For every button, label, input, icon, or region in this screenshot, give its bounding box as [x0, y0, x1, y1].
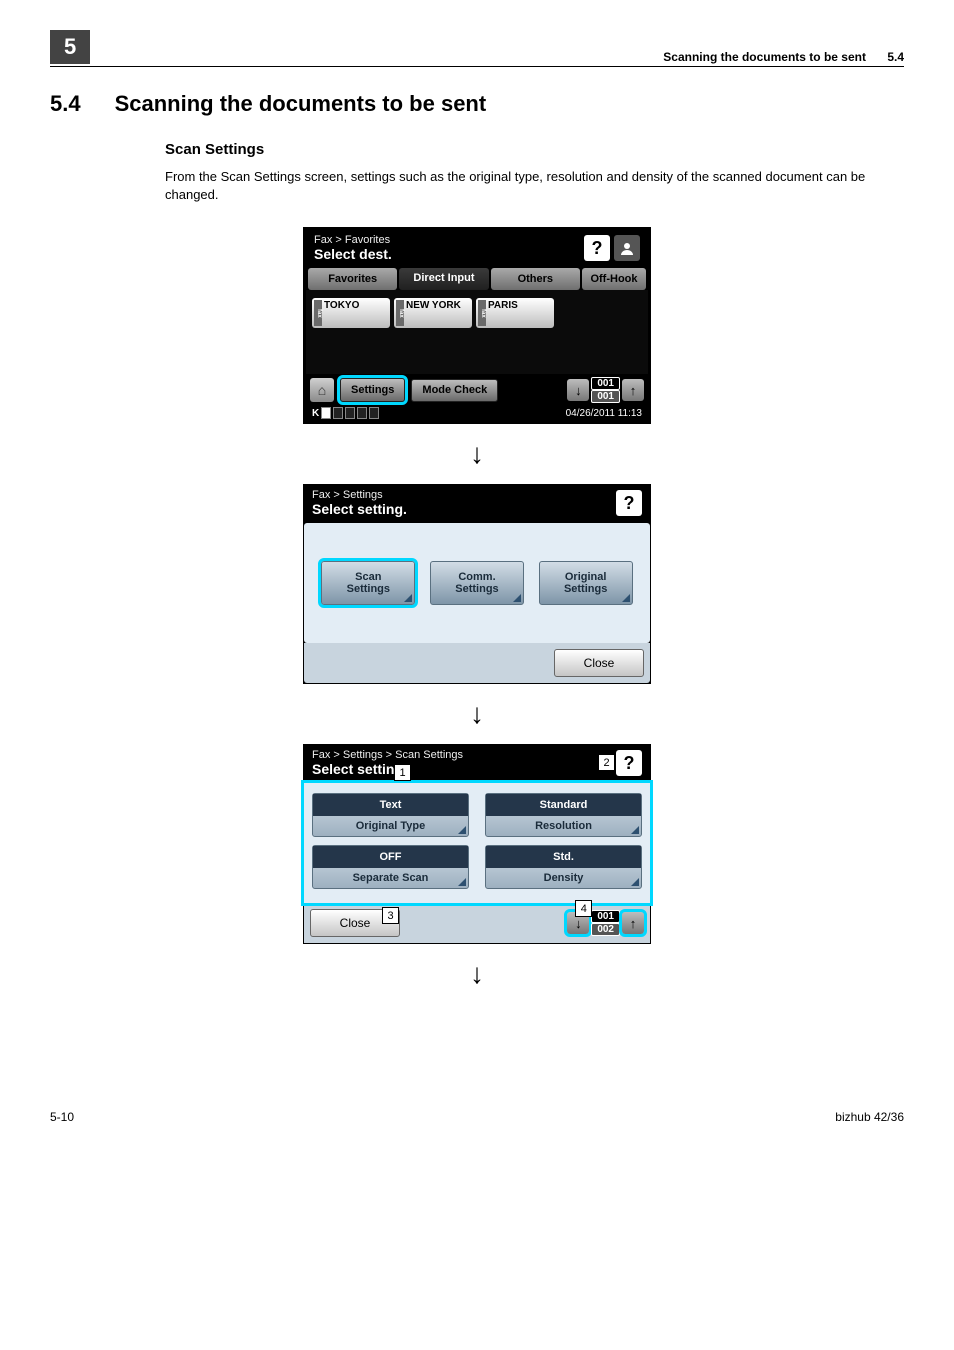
help-icon[interactable]: ? — [616, 490, 642, 516]
panel-heading: Select dest. — [314, 246, 392, 262]
page-up-icon[interactable]: ↑ — [622, 379, 644, 401]
home-icon[interactable]: ⌂ — [310, 378, 334, 402]
panel-heading: Select setting. — [312, 501, 407, 517]
callout-4: 4 — [575, 900, 592, 917]
separate-scan-button[interactable]: OFF Separate Scan — [312, 845, 469, 889]
callout-2: 2 — [598, 754, 615, 771]
settings-button[interactable]: Settings — [340, 378, 405, 402]
header-title: Scanning the documents to be sent — [663, 50, 866, 64]
density-value: Std. — [486, 846, 641, 868]
fax-tag-icon: fax — [396, 300, 404, 326]
mem-top: 001 — [591, 910, 620, 923]
memory-counter: 001 002 — [591, 910, 620, 936]
login-icon[interactable] — [614, 235, 640, 261]
fav-label: PARIS — [488, 300, 518, 311]
model-name: bizhub 42/36 — [835, 1110, 904, 1124]
help-icon[interactable]: ? — [616, 750, 642, 776]
callout-1: 1 — [394, 764, 411, 781]
fax-tag-icon: fax — [314, 300, 322, 326]
scan-l1: Scan — [355, 571, 381, 583]
density-button[interactable]: Std. Density — [485, 845, 642, 889]
section-number: 5.4 — [50, 91, 81, 117]
tab-others[interactable]: Others — [491, 268, 580, 290]
header-section: 5.4 — [887, 50, 904, 64]
fav-label: NEW YORK — [406, 300, 461, 311]
chapter-badge: 5 — [50, 30, 90, 64]
body-text: From the Scan Settings screen, settings … — [165, 168, 884, 203]
original-type-button[interactable]: Text Original Type — [312, 793, 469, 837]
toner-status: K — [312, 407, 379, 419]
arrow-down-icon: ↓ — [470, 698, 484, 730]
original-type-label: Original Type — [313, 816, 468, 836]
scan-settings-detail-panel: Fax > Settings > Scan Settings Select se… — [303, 744, 651, 944]
density-label: Density — [486, 868, 641, 888]
scan-settings-button[interactable]: Scan Settings — [321, 561, 415, 605]
orig-l1: Original — [565, 571, 607, 583]
tab-favorites[interactable]: Favorites — [308, 268, 397, 290]
mode-check-button[interactable]: Mode Check — [411, 379, 498, 402]
page-up-icon[interactable]: ↑ — [622, 912, 644, 934]
datetime: 04/26/2011 11:13 — [566, 408, 642, 419]
page-footer: 5-10 bizhub 42/36 — [50, 1110, 904, 1124]
breadcrumb: Fax > Settings > Scan Settings — [312, 749, 463, 761]
favorite-newyork[interactable]: fax NEW YORK — [394, 298, 472, 328]
separate-scan-label: Separate Scan — [313, 868, 468, 888]
comm-l1: Comm. — [458, 571, 495, 583]
close-button[interactable]: Close — [554, 649, 644, 677]
separate-scan-value: OFF — [313, 846, 468, 868]
section-text: Scanning the documents to be sent — [115, 91, 487, 117]
favorite-tokyo[interactable]: fax TOKYO — [312, 298, 390, 328]
scan-l2: Settings — [347, 583, 390, 595]
original-settings-button[interactable]: Original Settings — [539, 561, 633, 605]
mem-bot: 001 — [591, 390, 620, 403]
breadcrumb: Fax > Favorites — [314, 234, 392, 246]
memory-counter: 001 001 — [591, 377, 620, 403]
subtitle: Scan Settings — [165, 141, 904, 158]
page-down-icon[interactable]: ↓ — [567, 379, 589, 401]
page-header: 5 Scanning the documents to be sent 5.4 — [50, 30, 904, 67]
resolution-label: Resolution — [486, 816, 641, 836]
fav-label: TOKYO — [324, 300, 359, 311]
comm-l2: Settings — [455, 583, 498, 595]
resolution-button[interactable]: Standard Resolution — [485, 793, 642, 837]
resolution-value: Standard — [486, 794, 641, 816]
fax-tag-icon: fax — [478, 300, 486, 326]
favorite-paris[interactable]: fax PARIS — [476, 298, 554, 328]
original-type-value: Text — [313, 794, 468, 816]
mem-bot: 002 — [591, 923, 620, 936]
comm-settings-button[interactable]: Comm. Settings — [430, 561, 524, 605]
mem-top: 001 — [591, 377, 620, 390]
tab-direct-input[interactable]: Direct Input — [399, 268, 488, 290]
arrow-down-icon: ↓ — [470, 958, 484, 990]
section-title: 5.4 Scanning the documents to be sent — [50, 91, 904, 117]
fax-favorites-panel: Fax > Favorites Select dest. ? Favorites… — [303, 227, 651, 424]
breadcrumb: Fax > Settings — [312, 489, 407, 501]
toner-label: K — [312, 408, 319, 419]
help-icon[interactable]: ? — [584, 235, 610, 261]
callout-3: 3 — [382, 907, 399, 924]
panel-heading: Select setting. — [312, 761, 463, 777]
header-right: Scanning the documents to be sent 5.4 — [663, 50, 904, 64]
fax-settings-panel: Fax > Settings Select setting. ? Scan Se… — [303, 484, 651, 684]
orig-l2: Settings — [564, 583, 607, 595]
arrow-down-icon: ↓ — [470, 438, 484, 470]
tab-off-hook[interactable]: Off-Hook — [582, 268, 646, 290]
page-number: 5-10 — [50, 1110, 74, 1124]
